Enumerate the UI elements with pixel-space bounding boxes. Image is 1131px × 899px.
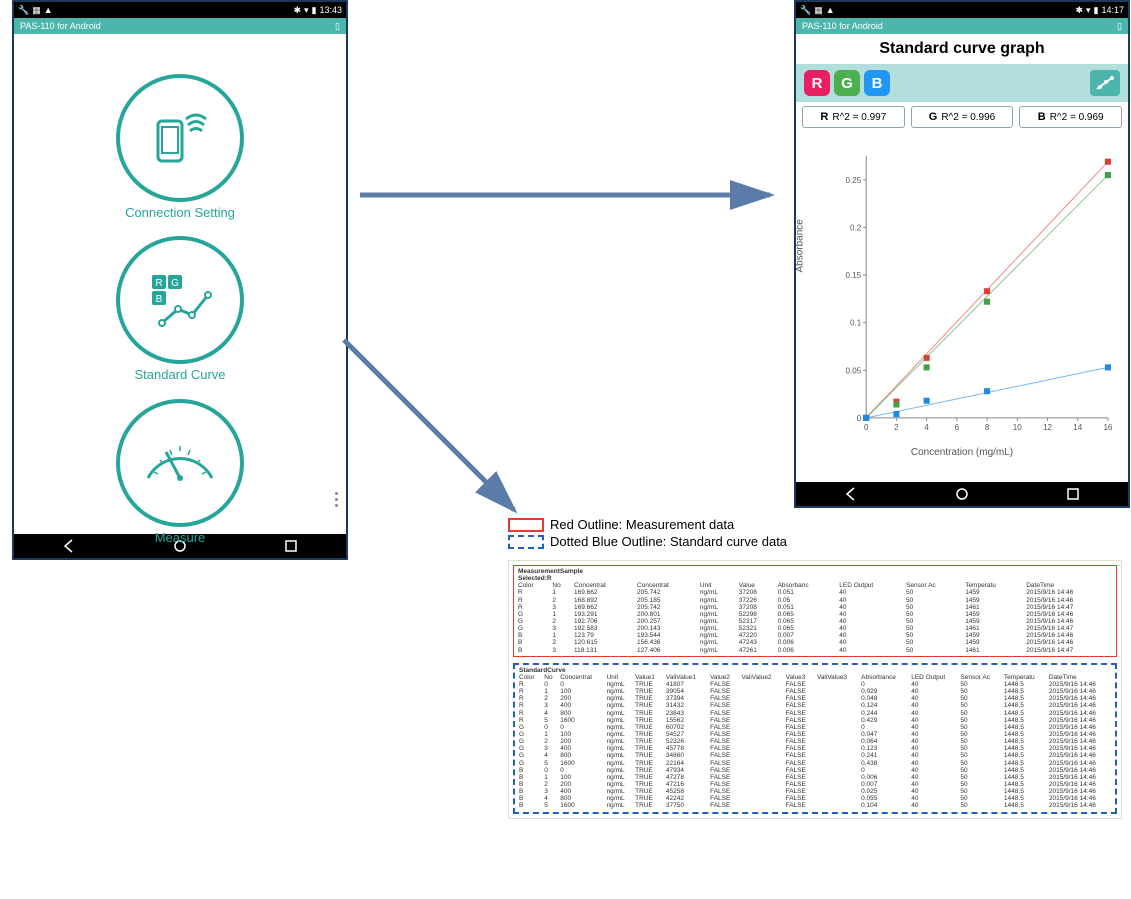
signal-icon: ▾ (1086, 5, 1091, 16)
bluetooth-icon: ✱ (293, 5, 301, 16)
svg-text:6: 6 (955, 423, 960, 432)
battery-icon: ▮ (1094, 5, 1099, 16)
chart-ylabel: Absorbance (795, 219, 806, 272)
toggle-g-button[interactable]: G (834, 70, 860, 96)
phone-signal-icon (140, 103, 220, 173)
battery-small-icon: ▯ (1117, 21, 1122, 32)
svg-text:4: 4 (924, 423, 929, 432)
recent-button[interactable] (1065, 486, 1081, 502)
standard-curve-data-block: StandardCurveColorNoConcentratUnitValue1… (513, 663, 1117, 814)
legend-red-text: Red Outline: Measurement data (550, 517, 734, 532)
measure-label: Measure (155, 531, 206, 545)
wrench-icon: 🔧 (18, 5, 29, 16)
fit-line-button[interactable] (1090, 70, 1120, 96)
app-titlebar: PAS-110 for Android ▯ (796, 18, 1128, 34)
standard-curve-button[interactable]: RGB Standard Curve (110, 236, 250, 382)
arrow-to-spreadsheet (344, 340, 534, 535)
battery-icon: ▮ (312, 5, 317, 16)
svg-text:0.2: 0.2 (850, 223, 862, 232)
grid-icon: ▦ (814, 5, 823, 16)
svg-text:2: 2 (894, 423, 899, 432)
wrench-icon: 🔧 (800, 5, 811, 16)
standard-curve-table: StandardCurveColorNoConcentratUnitValue1… (517, 667, 1113, 810)
overflow-menu-icon[interactable] (335, 489, 338, 510)
svg-text:0: 0 (857, 414, 862, 423)
grid-icon: ▦ (32, 5, 41, 16)
trendline-icon (1095, 75, 1115, 91)
blue-outline-swatch (508, 535, 544, 549)
gauge-icon (140, 428, 220, 498)
spreadsheet-legend: Red Outline: Measurement data Dotted Blu… (508, 517, 787, 551)
measurement-table: MeasurementSampleSelected:RColorNoConcen… (516, 568, 1114, 654)
r2-values: RR^2 = 0.997 GR^2 = 0.996 BR^2 = 0.969 (796, 102, 1128, 132)
warning-icon: ▲ (826, 5, 835, 15)
phone-standard-curve: 🔧▦▲ ✱▾▮14:17 PAS-110 for Android ▯ Stand… (794, 0, 1130, 508)
svg-text:0.15: 0.15 (846, 271, 862, 280)
back-button[interactable] (843, 486, 859, 502)
battery-small-icon: ▯ (335, 21, 340, 32)
exported-spreadsheet: MeasurementSampleSelected:RColorNoConcen… (508, 560, 1122, 819)
svg-text:G: G (171, 278, 179, 289)
chart-xlabel: Concentration (mg/mL) (911, 447, 1013, 458)
measure-button[interactable]: Measure (110, 399, 250, 545)
measurement-data-block: MeasurementSampleSelected:RColorNoConcen… (513, 565, 1117, 657)
graph-title: Standard curve graph (796, 34, 1128, 64)
android-statusbar: 🔧▦▲ ✱▾▮13:43 (14, 2, 346, 18)
svg-text:14: 14 (1073, 423, 1082, 432)
warning-icon: ▲ (44, 5, 53, 15)
svg-text:0.05: 0.05 (846, 366, 862, 375)
svg-text:B: B (156, 294, 163, 305)
svg-text:12: 12 (1043, 423, 1052, 432)
scatter-chart: 0 2 4 6 8 10 12 14 16 0 0.05 0.1 0.15 0.2 0.25 (836, 142, 1118, 452)
svg-text:10: 10 (1013, 423, 1022, 432)
standard-label: Standard Curve (134, 368, 225, 382)
android-statusbar: 🔧▦▲ ✱▾▮14:17 (796, 2, 1128, 18)
r2-g: GR^2 = 0.996 (911, 106, 1014, 128)
app-title: PAS-110 for Android (802, 21, 883, 31)
chart-area: Absorbance Concentration (mg/mL) 0 2 4 6 8 10… (796, 132, 1128, 462)
svg-text:0: 0 (864, 423, 869, 432)
legend-blue-text: Dotted Blue Outline: Standard curve data (550, 534, 787, 549)
signal-icon: ▾ (304, 5, 309, 16)
svg-text:8: 8 (985, 423, 990, 432)
toggle-r-button[interactable]: R (804, 70, 830, 96)
arrow-to-graph (360, 180, 780, 215)
clock-right: 14:17 (1101, 5, 1124, 15)
home-button[interactable] (954, 486, 970, 502)
svg-text:0.1: 0.1 (850, 319, 862, 328)
bluetooth-icon: ✱ (1075, 5, 1083, 16)
toggle-b-button[interactable]: B (864, 70, 890, 96)
r2-b: BR^2 = 0.969 (1019, 106, 1122, 128)
app-titlebar: PAS-110 for Android ▯ (14, 18, 346, 34)
android-navbar (796, 482, 1128, 506)
svg-text:0.25: 0.25 (846, 176, 862, 185)
r2-r: RR^2 = 0.997 (802, 106, 905, 128)
clock-left: 13:43 (319, 5, 342, 15)
app-title: PAS-110 for Android (20, 21, 101, 31)
svg-text:16: 16 (1103, 423, 1112, 432)
connection-label: Connection Setting (125, 206, 235, 220)
connection-setting-button[interactable]: Connection Setting (110, 74, 250, 220)
svg-text:R: R (155, 278, 162, 289)
phone-main-menu: 🔧▦▲ ✱▾▮13:43 PAS-110 for Android ▯ Conne… (12, 0, 348, 560)
rgb-toggle-bar: R G B (796, 64, 1128, 102)
rgb-chart-icon: RGB (140, 265, 220, 335)
red-outline-swatch (508, 518, 544, 532)
